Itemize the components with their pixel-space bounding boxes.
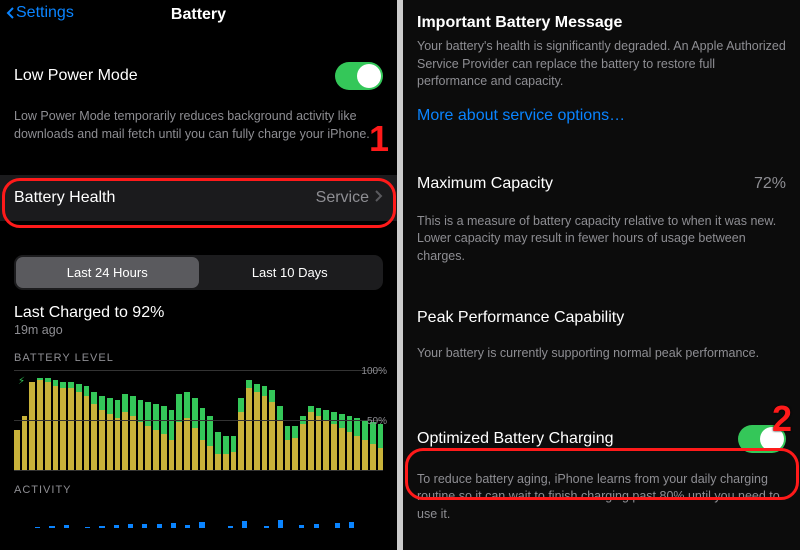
peak-performance-label: Peak Performance Capability: [417, 309, 624, 327]
optimized-charging-label: Optimized Battery Charging: [417, 430, 614, 448]
max-capacity-value: 72%: [754, 173, 786, 195]
more-service-link[interactable]: More about service options…: [417, 107, 625, 124]
max-capacity-label: Maximum Capacity: [417, 175, 553, 193]
battery-settings-screen: Settings Battery Low Power Mode Low Powe…: [0, 0, 397, 550]
peak-performance-row: Peak Performance Capability: [403, 297, 800, 339]
low-power-label: Low Power Mode: [14, 67, 138, 85]
low-power-toggle[interactable]: [335, 62, 383, 90]
chevron-right-icon: [375, 189, 383, 207]
last-charged: Last Charged to 92% 19m ago: [0, 302, 397, 342]
important-message-desc: Your battery's health is significantly d…: [403, 38, 800, 105]
charging-icon: ⚡︎: [18, 376, 25, 387]
peak-performance-desc: Your battery is currently supporting nor…: [403, 339, 800, 377]
battery-health-status: Service: [316, 187, 369, 209]
important-message-title: Important Battery Message: [417, 14, 786, 32]
page-title: Battery: [171, 6, 226, 24]
annotation-1: 1: [369, 118, 389, 160]
battery-level-chart: ⚡︎ 100% 50%: [14, 370, 383, 474]
nav-header: Settings Battery: [0, 0, 397, 30]
last-charged-title: Last Charged to 92%: [14, 304, 383, 322]
annotation-2: 2: [772, 398, 792, 440]
battery-health-row[interactable]: Battery Health Service: [0, 175, 397, 221]
activity-header: ACTIVITY: [0, 474, 397, 502]
max-capacity-desc: This is a measure of battery capacity re…: [403, 207, 800, 280]
chevron-left-icon: [6, 7, 14, 19]
y-50: 50%: [367, 416, 387, 427]
back-button[interactable]: Settings: [6, 4, 74, 22]
optimized-charging-row[interactable]: Optimized Battery Charging: [403, 413, 800, 465]
low-power-desc: Low Power Mode temporarily reduces backg…: [0, 102, 397, 157]
time-range-segmented[interactable]: Last 24 Hours Last 10 Days: [14, 255, 383, 290]
back-label: Settings: [16, 4, 74, 22]
low-power-mode-row[interactable]: Low Power Mode: [0, 50, 397, 102]
max-capacity-row: Maximum Capacity 72%: [403, 161, 800, 207]
y-100: 100%: [361, 366, 387, 377]
tab-10-days[interactable]: Last 10 Days: [199, 257, 382, 288]
optimized-charging-desc: To reduce battery aging, iPhone learns f…: [403, 465, 800, 538]
battery-health-label: Battery Health: [14, 189, 115, 207]
tab-24-hours[interactable]: Last 24 Hours: [16, 257, 199, 288]
last-charged-ago: 19m ago: [14, 322, 383, 340]
activity-chart: [28, 502, 369, 528]
battery-level-header: BATTERY LEVEL: [0, 342, 397, 370]
battery-health-screen: Important Battery Message Your battery's…: [403, 0, 800, 550]
y-60m: 60m: [356, 498, 387, 516]
